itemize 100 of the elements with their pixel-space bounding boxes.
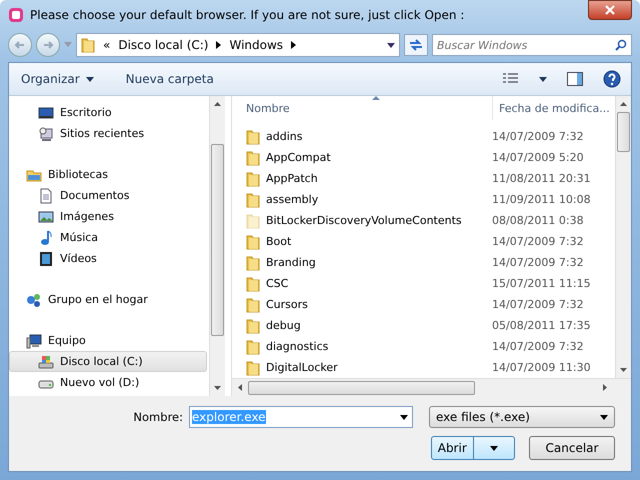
nav-item[interactable]: Nuevo vol (D:) [9, 372, 207, 393]
nav-item[interactable]: Sitios recientes [9, 123, 207, 144]
file-name[interactable]: assembly [232, 192, 486, 208]
caret-icon[interactable] [539, 76, 547, 82]
scroll-right-arrow-icon[interactable] [603, 384, 607, 391]
computer-icon [26, 332, 42, 348]
chevron-icon[interactable] [291, 41, 296, 49]
nav-item[interactable]: Documentos [9, 185, 207, 206]
nav-item[interactable]: Disco local (C:) [9, 351, 207, 372]
scrollbar[interactable] [615, 96, 631, 378]
file-name[interactable]: Branding [232, 254, 486, 270]
caret-icon [86, 76, 94, 82]
folder-icon [246, 150, 260, 166]
modified-date: 14/07/2009 5:20 [491, 151, 584, 164]
file-name[interactable]: diagnostics [232, 338, 486, 354]
modified-date: 11/09/2011 10:08 [491, 193, 591, 206]
modified-date: 08/08/2011 0:38 [491, 214, 584, 227]
document-icon [38, 188, 54, 204]
recent-places-icon [38, 126, 54, 142]
nav-item[interactable]: Equipo [9, 330, 207, 351]
scroll-thumb[interactable] [617, 112, 630, 152]
scroll-left-arrow-icon[interactable] [238, 384, 242, 391]
music-note-icon [38, 230, 54, 246]
refresh-icon [409, 39, 423, 51]
folder-icon [246, 360, 260, 376]
close-button[interactable] [588, 0, 632, 20]
file-name[interactable]: Cursors [232, 296, 486, 312]
search-field[interactable]: Buscar Windows [432, 34, 632, 56]
nav-item[interactable]: Bibliotecas [9, 164, 207, 185]
modified-date: 05/08/2011 17:35 [491, 319, 591, 332]
scroll-down-arrow-icon[interactable] [214, 386, 221, 390]
modified-date: 11/08/2011 20:31 [491, 172, 591, 185]
sort-arrow-icon [372, 96, 380, 100]
file-name[interactable]: AppPatch [232, 170, 486, 186]
breadcrumb[interactable]: Windows [229, 38, 284, 52]
search-icon [615, 39, 627, 51]
folder-icon [246, 254, 260, 270]
folder-icon [81, 37, 95, 53]
homegroup-icon [26, 292, 42, 308]
folder-icon [246, 234, 260, 250]
modified-date: 14/07/2009 7:32 [491, 256, 584, 269]
scrollbar[interactable] [209, 96, 225, 396]
close-icon [605, 5, 615, 15]
overflow-chevron[interactable]: « [103, 38, 110, 52]
breadcrumb[interactable]: Disco local (C:) [118, 38, 208, 52]
folder-icon [246, 170, 260, 186]
help-icon[interactable] [603, 70, 621, 88]
field-label: Nombre: [133, 410, 183, 424]
modified-date: 14/07/2009 7:32 [491, 340, 584, 353]
open-button[interactable]: Abrir [431, 436, 515, 460]
column-header[interactable]: Fecha de modifica... [493, 96, 615, 120]
caret-icon[interactable] [400, 414, 408, 420]
preview-pane-icon[interactable] [567, 72, 583, 86]
folder-icon [246, 276, 260, 292]
scroll-up-arrow-icon[interactable] [214, 102, 221, 106]
folder-icon [246, 212, 260, 228]
organize-menu[interactable]: Organizar [19, 70, 96, 88]
nav-item[interactable]: Música [9, 227, 207, 248]
drive-icon [38, 354, 54, 370]
address-bar[interactable]: « Disco local (C:) Windows [76, 33, 400, 57]
modified-date: 15/07/2011 11:15 [491, 277, 591, 290]
file-name[interactable]: AppCompat [232, 150, 486, 166]
folder-icon [246, 128, 260, 144]
modified-date: 14/07/2009 7:32 [491, 235, 584, 248]
nav-item[interactable]: Vídeos [9, 248, 207, 269]
scroll-down-arrow-icon[interactable] [620, 368, 627, 372]
view-list-icon[interactable] [503, 73, 519, 85]
file-name[interactable]: debug [232, 318, 486, 334]
scroll-up-arrow-icon[interactable] [620, 102, 627, 106]
file-type-dropdown[interactable]: exe files (*.exe) [429, 406, 615, 428]
film-icon [38, 250, 54, 266]
file-name[interactable]: Boot [232, 234, 486, 250]
forward-arrow-icon [42, 39, 54, 51]
file-name[interactable]: DigitalLocker [232, 360, 486, 376]
folder-icon [246, 296, 260, 312]
window-title: Please choose your default browser. If you are not sure, just click Open : [30, 8, 464, 22]
scroll-thumb[interactable] [211, 144, 224, 336]
caret-icon [490, 446, 498, 450]
image-icon [38, 208, 54, 224]
folder-icon [246, 192, 260, 208]
desktop-icon [38, 104, 54, 120]
scroll-thumb[interactable] [248, 380, 475, 394]
nav-item[interactable]: Escritorio [9, 102, 207, 123]
modified-date: 14/07/2009 11:30 [491, 361, 591, 374]
modified-date: 14/07/2009 7:32 [491, 298, 584, 311]
file-name[interactable]: BitLockerDiscoveryVolumeContents [232, 212, 486, 228]
column-header[interactable]: Nombre [232, 96, 493, 120]
horizontal-scrollbar[interactable] [232, 378, 631, 396]
nav-item[interactable]: Imágenes [9, 206, 207, 227]
app-icon [8, 7, 24, 23]
cancel-button[interactable]: Cancelar [529, 436, 615, 460]
file-name[interactable]: addins [232, 128, 486, 144]
chevron-icon[interactable] [216, 41, 222, 49]
file-name[interactable]: CSC [232, 276, 486, 292]
nav-item[interactable]: Grupo en el hogar [9, 289, 207, 310]
folder-icon [246, 318, 260, 334]
folder-icon [246, 338, 260, 354]
caret-icon[interactable] [387, 42, 395, 48]
refresh-button[interactable] [404, 34, 428, 56]
new-folder-button[interactable]: Nueva carpeta [124, 70, 216, 88]
